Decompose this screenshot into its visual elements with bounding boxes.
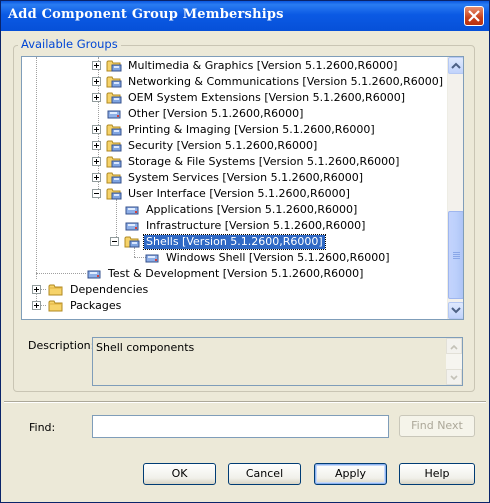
chevron-down-icon [450,375,458,381]
collapse-icon[interactable] [110,237,119,246]
expand-icon[interactable] [92,125,101,134]
tree-item[interactable]: System Services [Version 5.1.2600,R6000] [22,170,442,186]
tree-vertical-scrollbar[interactable] [447,57,463,319]
find-input[interactable] [92,415,389,438]
component-icon [124,202,140,217]
tree-item[interactable]: Shells [Version 5.1.2600,R6000] [22,234,442,250]
tree-item[interactable]: Infrastructure [Version 5.1.2600,R6000] [22,218,442,234]
title-bar[interactable]: Add Component Group Memberships [1,1,489,31]
scroll-up-button[interactable] [448,57,463,74]
tree-item[interactable]: Other [Version 5.1.2600,R6000] [22,106,442,122]
expand-icon[interactable] [92,93,101,102]
tree-item[interactable]: Applications [Version 5.1.2600,R6000] [22,202,442,218]
tree-item-label: Windows Shell [Version 5.1.2600,R6000] [166,251,390,264]
apply-button[interactable]: Apply [314,463,387,485]
chevron-up-icon [451,62,461,69]
tree-item-label: Infrastructure [Version 5.1.2600,R6000] [146,219,366,232]
folder-component-icon [106,58,122,73]
tree-item-label: User Interface [Version 5.1.2600,R6000] [128,187,350,200]
collapse-icon[interactable] [92,189,101,198]
available-groups-legend: Available Groups [18,37,121,51]
scroll-thumb[interactable] [448,211,463,299]
tree-item[interactable]: Security [Version 5.1.2600,R6000] [22,138,442,154]
expand-icon[interactable] [32,301,41,310]
groups-tree[interactable]: Multimedia & Graphics [Version 5.1.2600,… [21,56,464,320]
expand-icon[interactable] [92,61,101,70]
tree-item-label: Test & Development [Version 5.1.2600,R60… [108,267,364,280]
tree-item-label: OEM System Extensions [Version 5.1.2600,… [128,91,405,104]
tree-item[interactable]: OEM System Extensions [Version 5.1.2600,… [22,90,442,106]
component-icon [106,106,122,121]
tree-item-label: Security [Version 5.1.2600,R6000] [128,139,318,152]
folder-component-icon [106,122,122,137]
description-scrollbar[interactable] [446,338,462,385]
folder-icon [48,298,64,313]
tree-item[interactable]: Dependencies [22,282,442,298]
tree-item-label: Applications [Version 5.1.2600,R6000] [146,203,358,216]
folder-component-icon [106,170,122,185]
close-icon [468,10,480,22]
tree-item-label: Other [Version 5.1.2600,R6000] [128,107,304,120]
tree-item-label: Printing & Imaging [Version 5.1.2600,R60… [128,123,375,136]
folder-component-icon [124,234,140,249]
tree-item[interactable]: User Interface [Version 5.1.2600,R6000] [22,186,442,202]
folder-component-icon [106,154,122,169]
tree-item-label: Networking & Communications [Version 5.1… [128,75,444,88]
tree-item-label: Packages [70,299,122,312]
expand-icon[interactable] [32,285,41,294]
description-box[interactable]: Shell components [92,337,463,386]
dialog-window: Add Component Group Memberships Availabl… [0,0,490,503]
find-next-button[interactable]: Find Next [399,415,475,437]
tree-item[interactable]: Networking & Communications [Version 5.1… [22,74,444,90]
scroll-down-button[interactable] [448,302,463,319]
description-label: Description: [28,339,95,352]
help-button[interactable]: Help [399,463,475,485]
tree-item-label: Multimedia & Graphics [Version 5.1.2600,… [128,59,398,72]
tree-item[interactable]: Printing & Imaging [Version 5.1.2600,R60… [22,122,442,138]
tree-item[interactable]: Test & Development [Version 5.1.2600,R60… [22,266,442,282]
find-label: Find: [29,421,56,434]
expand-icon[interactable] [92,173,101,182]
separator [4,401,486,403]
tree-item-label: Shells [Version 5.1.2600,R6000] [143,234,326,250]
tree-item[interactable]: Packages [22,298,442,314]
tree-item-label: Storage & File Systems [Version 5.1.2600… [128,155,400,168]
chevron-up-icon [450,344,458,350]
tree-item[interactable]: Windows Shell [Version 5.1.2600,R6000] [22,250,442,266]
component-icon [144,250,160,265]
window-title: Add Component Group Memberships [8,7,284,22]
expand-icon[interactable] [92,157,101,166]
component-icon [86,266,102,281]
close-button[interactable] [464,6,484,26]
description-scroll-down[interactable] [446,369,462,385]
expand-icon[interactable] [92,141,101,150]
folder-icon [48,282,64,297]
folder-component-icon [106,186,122,201]
description-text: Shell components [96,341,195,354]
folder-component-icon [106,74,122,89]
folder-component-icon [106,138,122,153]
component-icon [124,218,140,233]
ok-button[interactable]: OK [143,463,216,485]
description-scroll-up[interactable] [446,338,462,354]
tree-item-label: System Services [Version 5.1.2600,R6000] [128,171,364,184]
folder-component-icon [106,90,122,105]
chevron-down-icon [451,307,461,314]
tree-item[interactable]: Storage & File Systems [Version 5.1.2600… [22,154,442,170]
cancel-button[interactable]: Cancel [228,463,301,485]
tree-item-label: Dependencies [70,283,149,296]
tree-item[interactable]: Multimedia & Graphics [Version 5.1.2600,… [22,58,442,74]
expand-icon[interactable] [92,77,101,86]
